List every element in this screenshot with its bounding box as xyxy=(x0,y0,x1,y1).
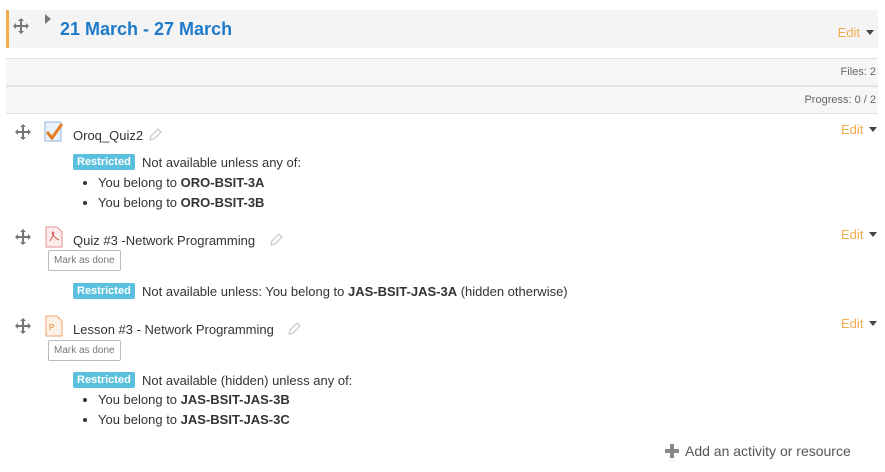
activity-edit-menu[interactable]: Edit xyxy=(841,316,878,331)
chevron-down-icon xyxy=(869,232,878,237)
chevron-down-icon xyxy=(866,30,874,35)
add-activity-label: Add an activity or resource xyxy=(685,443,851,459)
edit-label: Edit xyxy=(841,316,864,331)
collapse-caret-icon[interactable] xyxy=(45,14,51,24)
edit-label: Edit xyxy=(841,122,864,137)
condition-list: You belong to ORO-BSIT-3A You belong to … xyxy=(84,173,264,213)
activity-edit-menu[interactable]: Edit xyxy=(841,227,878,242)
files-summary: Files: 2 xyxy=(6,58,878,86)
pdf-icon xyxy=(44,226,64,248)
condition-item: You belong to ORO-BSIT-3B xyxy=(98,193,264,213)
activity-edit-menu[interactable]: Edit xyxy=(841,122,878,137)
quiz-check-icon xyxy=(44,121,64,143)
activity-link[interactable]: Oroq_Quiz2 xyxy=(73,128,143,143)
restricted-badge: Restricted xyxy=(73,154,135,170)
move-icon[interactable] xyxy=(15,124,31,140)
restricted-badge: Restricted xyxy=(73,372,135,388)
activity-link[interactable]: Quiz #3 -Network Programming xyxy=(73,233,255,248)
edit-label: Edit xyxy=(841,227,864,242)
restriction-text: Not available (hidden) unless any of: xyxy=(142,373,353,388)
progress-count: Progress: 0 / 2 xyxy=(804,94,876,106)
progress-summary: Progress: 0 / 2 xyxy=(6,86,878,114)
chevron-down-icon xyxy=(869,321,878,326)
plus-icon xyxy=(665,444,679,458)
restriction-text: Not available unless any of: xyxy=(142,155,301,170)
activity-link[interactable]: Lesson #3 - Network Programming xyxy=(73,322,274,337)
move-icon[interactable] xyxy=(15,318,31,334)
svg-text:P: P xyxy=(49,323,54,332)
move-icon[interactable] xyxy=(15,229,31,245)
pencil-icon[interactable] xyxy=(287,322,301,336)
restricted-badge: Restricted xyxy=(73,283,135,299)
mark-as-done-button[interactable]: Mark as done xyxy=(48,340,121,361)
files-count: Files: 2 xyxy=(840,66,876,78)
condition-item: You belong to ORO-BSIT-3A xyxy=(98,173,264,193)
section-header: 21 March - 27 March Edit xyxy=(6,10,878,48)
edit-label: Edit xyxy=(837,25,860,40)
condition-item: You belong to JAS-BSIT-JAS-3C xyxy=(98,410,290,430)
powerpoint-icon: P xyxy=(44,315,64,337)
condition-list: You belong to JAS-BSIT-JAS-3B You belong… xyxy=(84,390,290,430)
pencil-icon[interactable] xyxy=(269,233,283,247)
pencil-icon[interactable] xyxy=(148,128,162,142)
restriction-text: Not available unless: You belong to JAS-… xyxy=(142,284,568,299)
section-title[interactable]: 21 March - 27 March xyxy=(60,19,232,40)
mark-as-done-button[interactable]: Mark as done xyxy=(48,250,121,271)
section-edit-menu[interactable]: Edit xyxy=(838,25,874,40)
move-icon[interactable] xyxy=(13,18,29,34)
add-activity-button[interactable]: Add an activity or resource xyxy=(665,443,851,459)
chevron-down-icon xyxy=(869,127,878,132)
condition-item: You belong to JAS-BSIT-JAS-3B xyxy=(98,390,290,410)
